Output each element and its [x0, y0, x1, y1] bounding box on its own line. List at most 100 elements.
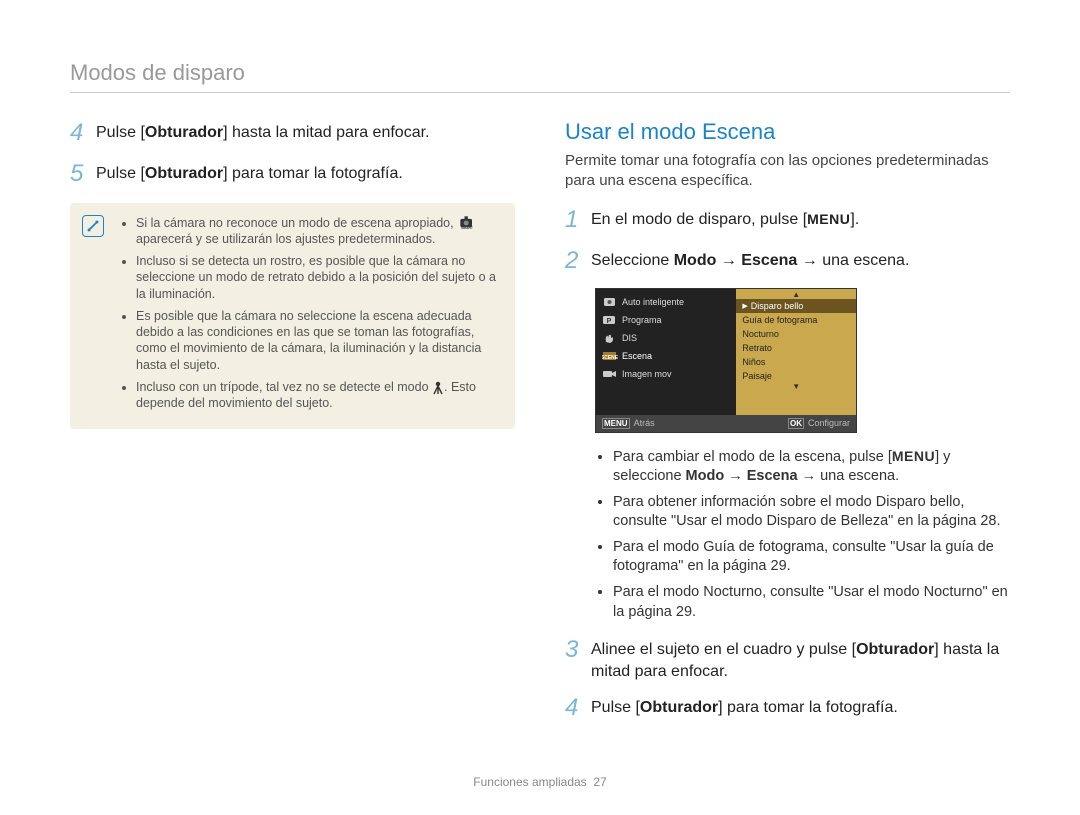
- camera-menu-modes: Auto inteligente P Programa DIS SCENE: [596, 289, 736, 415]
- note-icon: [82, 215, 104, 237]
- footer-section: Funciones ampliadas: [473, 775, 586, 789]
- menu-key: MENU: [807, 211, 850, 227]
- path-label: Modo → Escena →: [686, 468, 817, 484]
- step-number: 1: [565, 206, 591, 235]
- step-3-right: 3 Alinee el sujeto en el cuadro y pulse …: [565, 636, 1010, 682]
- page-number: 27: [593, 775, 606, 789]
- camera-menu-footer: MENU Atrás OK Configurar: [596, 415, 856, 432]
- footer-label: Atrás: [634, 418, 655, 428]
- mode-label: Imagen mov: [622, 369, 672, 379]
- mode-label: Programa: [622, 315, 662, 325]
- step-text: Pulse [Obturador] hasta la mitad para en…: [96, 119, 429, 144]
- text: una escena.: [816, 468, 899, 484]
- smart-camera-icon: SMART: [457, 216, 477, 230]
- sub-bullet: Para obtener información sobre el modo D…: [613, 493, 1010, 532]
- video-icon: [602, 368, 618, 380]
- footer-back: MENU Atrás: [602, 418, 788, 429]
- sub-bullet: Para cambiar el modo de la escena, pulse…: [613, 447, 1010, 487]
- text: Pulse [: [591, 699, 640, 716]
- sub-bullet-list: Para cambiar el modo de la escena, pulse…: [565, 447, 1010, 623]
- right-column: Usar el modo Escena Permite tomar una fo…: [565, 119, 1010, 735]
- mode-video: Imagen mov: [596, 365, 736, 383]
- scene-option: Retrato: [736, 341, 856, 355]
- step-5-left: 5 Pulse [Obturador] para tomar la fotogr…: [70, 160, 515, 189]
- text: Pulse [: [96, 124, 145, 141]
- text: Para cambiar el modo de la escena, pulse…: [613, 449, 892, 465]
- mode-dis: DIS: [596, 329, 736, 347]
- step-text: Pulse [Obturador] para tomar la fotograf…: [96, 160, 403, 185]
- text: Alinee el sujeto en el cuadro y pulse [: [591, 641, 856, 658]
- step-number: 3: [565, 636, 591, 665]
- section-title: Usar el modo Escena: [565, 119, 1010, 145]
- text: ] para tomar la fotografía.: [223, 165, 403, 182]
- smart-icon: [602, 296, 618, 308]
- mode-scene: SCENE Escena: [596, 347, 736, 365]
- scene-option: Nocturno: [736, 327, 856, 341]
- scene-option: Paisaje: [736, 369, 856, 383]
- step-1-right: 1 En el modo de disparo, pulse [MENU].: [565, 206, 1010, 235]
- tripod-icon: [432, 381, 444, 395]
- text: una escena.: [822, 252, 909, 269]
- mode-label: Modo: [674, 252, 717, 269]
- shutter-label: Obturador: [145, 165, 223, 182]
- mode-auto-intelligent: Auto inteligente: [596, 293, 736, 311]
- sub-bullet: Para el modo Guía de fotograma, consulte…: [613, 538, 1010, 577]
- step-number: 2: [565, 247, 591, 276]
- shutter-label: Obturador: [145, 124, 223, 141]
- step-4-left: 4 Pulse [Obturador] hasta la mitad para …: [70, 119, 515, 148]
- tip-item: Incluso si se detecta un rostro, es posi…: [136, 253, 501, 302]
- scene-option-selected: Disparo bello: [736, 299, 856, 313]
- text: aparecerá y se utilizarán los ajustes pr…: [136, 232, 435, 246]
- menu-key-icon: MENU: [602, 418, 630, 429]
- scene-label: Disparo bello: [751, 301, 804, 311]
- page-header: Modos de disparo: [70, 60, 1010, 93]
- step-text: En el modo de disparo, pulse [MENU].: [591, 206, 859, 231]
- text: →: [797, 252, 822, 269]
- svg-text:P: P: [607, 318, 612, 325]
- mode-program: P Programa: [596, 311, 736, 329]
- step-number: 4: [70, 119, 96, 148]
- step-number: 5: [70, 160, 96, 189]
- mode-label: Escena: [622, 351, 652, 361]
- mode-label: DIS: [622, 333, 637, 343]
- step-4-right: 4 Pulse [Obturador] para tomar la fotogr…: [565, 694, 1010, 723]
- scene-label: Escena: [741, 252, 797, 269]
- svg-text:SCENE: SCENE: [602, 355, 618, 361]
- columns: 4 Pulse [Obturador] hasta la mitad para …: [70, 119, 1010, 735]
- menu-key: MENU: [892, 448, 935, 464]
- scroll-down-icon: ▼: [736, 383, 856, 391]
- page: Modos de disparo 4 Pulse [Obturador] has…: [0, 0, 1080, 815]
- ok-key-icon: OK: [788, 418, 804, 429]
- tip-list: Si la cámara no reconoce un modo de esce…: [120, 215, 501, 412]
- tip-item: Incluso con un trípode, tal vez no se de…: [136, 379, 501, 412]
- scene-option: Niños: [736, 355, 856, 369]
- camera-menu-scenes: ▲ Disparo bello Guía de fotograma Noctur…: [736, 289, 856, 415]
- svg-text:SMART: SMART: [461, 227, 473, 231]
- hand-icon: [602, 332, 618, 344]
- camera-menu-body: Auto inteligente P Programa DIS SCENE: [596, 289, 856, 415]
- camera-menu-illustration: Auto inteligente P Programa DIS SCENE: [595, 288, 857, 433]
- shutter-label: Obturador: [856, 641, 934, 658]
- footer-label: Configurar: [808, 418, 850, 428]
- scene-option: Guía de fotograma: [736, 313, 856, 327]
- tip-item: Si la cámara no reconoce un modo de esce…: [136, 215, 501, 248]
- text: Incluso con un trípode, tal vez no se de…: [136, 380, 432, 394]
- step-text: Seleccione Modo → Escena → una escena.: [591, 247, 909, 272]
- text: En el modo de disparo, pulse [: [591, 211, 807, 228]
- section-description: Permite tomar una fotografía con las opc…: [565, 151, 1010, 190]
- step-text: Alinee el sujeto en el cuadro y pulse [O…: [591, 636, 1010, 682]
- camera-p-icon: P: [602, 314, 618, 326]
- text: ] para tomar la fotografía.: [718, 699, 898, 716]
- mode-label: Auto inteligente: [622, 297, 684, 307]
- sub-bullet: Para el modo Nocturno, consulte "Usar el…: [613, 583, 1010, 622]
- page-footer: Funciones ampliadas 27: [0, 775, 1080, 789]
- step-text: Pulse [Obturador] para tomar la fotograf…: [591, 694, 898, 719]
- step-2-right: 2 Seleccione Modo → Escena → una escena.: [565, 247, 1010, 276]
- text: Si la cámara no reconoce un modo de esce…: [136, 216, 457, 230]
- scroll-up-icon: ▲: [736, 291, 856, 299]
- shutter-label: Obturador: [640, 699, 718, 716]
- text: Pulse [: [96, 165, 145, 182]
- text: ].: [850, 211, 859, 228]
- left-column: 4 Pulse [Obturador] hasta la mitad para …: [70, 119, 515, 735]
- step-number: 4: [565, 694, 591, 723]
